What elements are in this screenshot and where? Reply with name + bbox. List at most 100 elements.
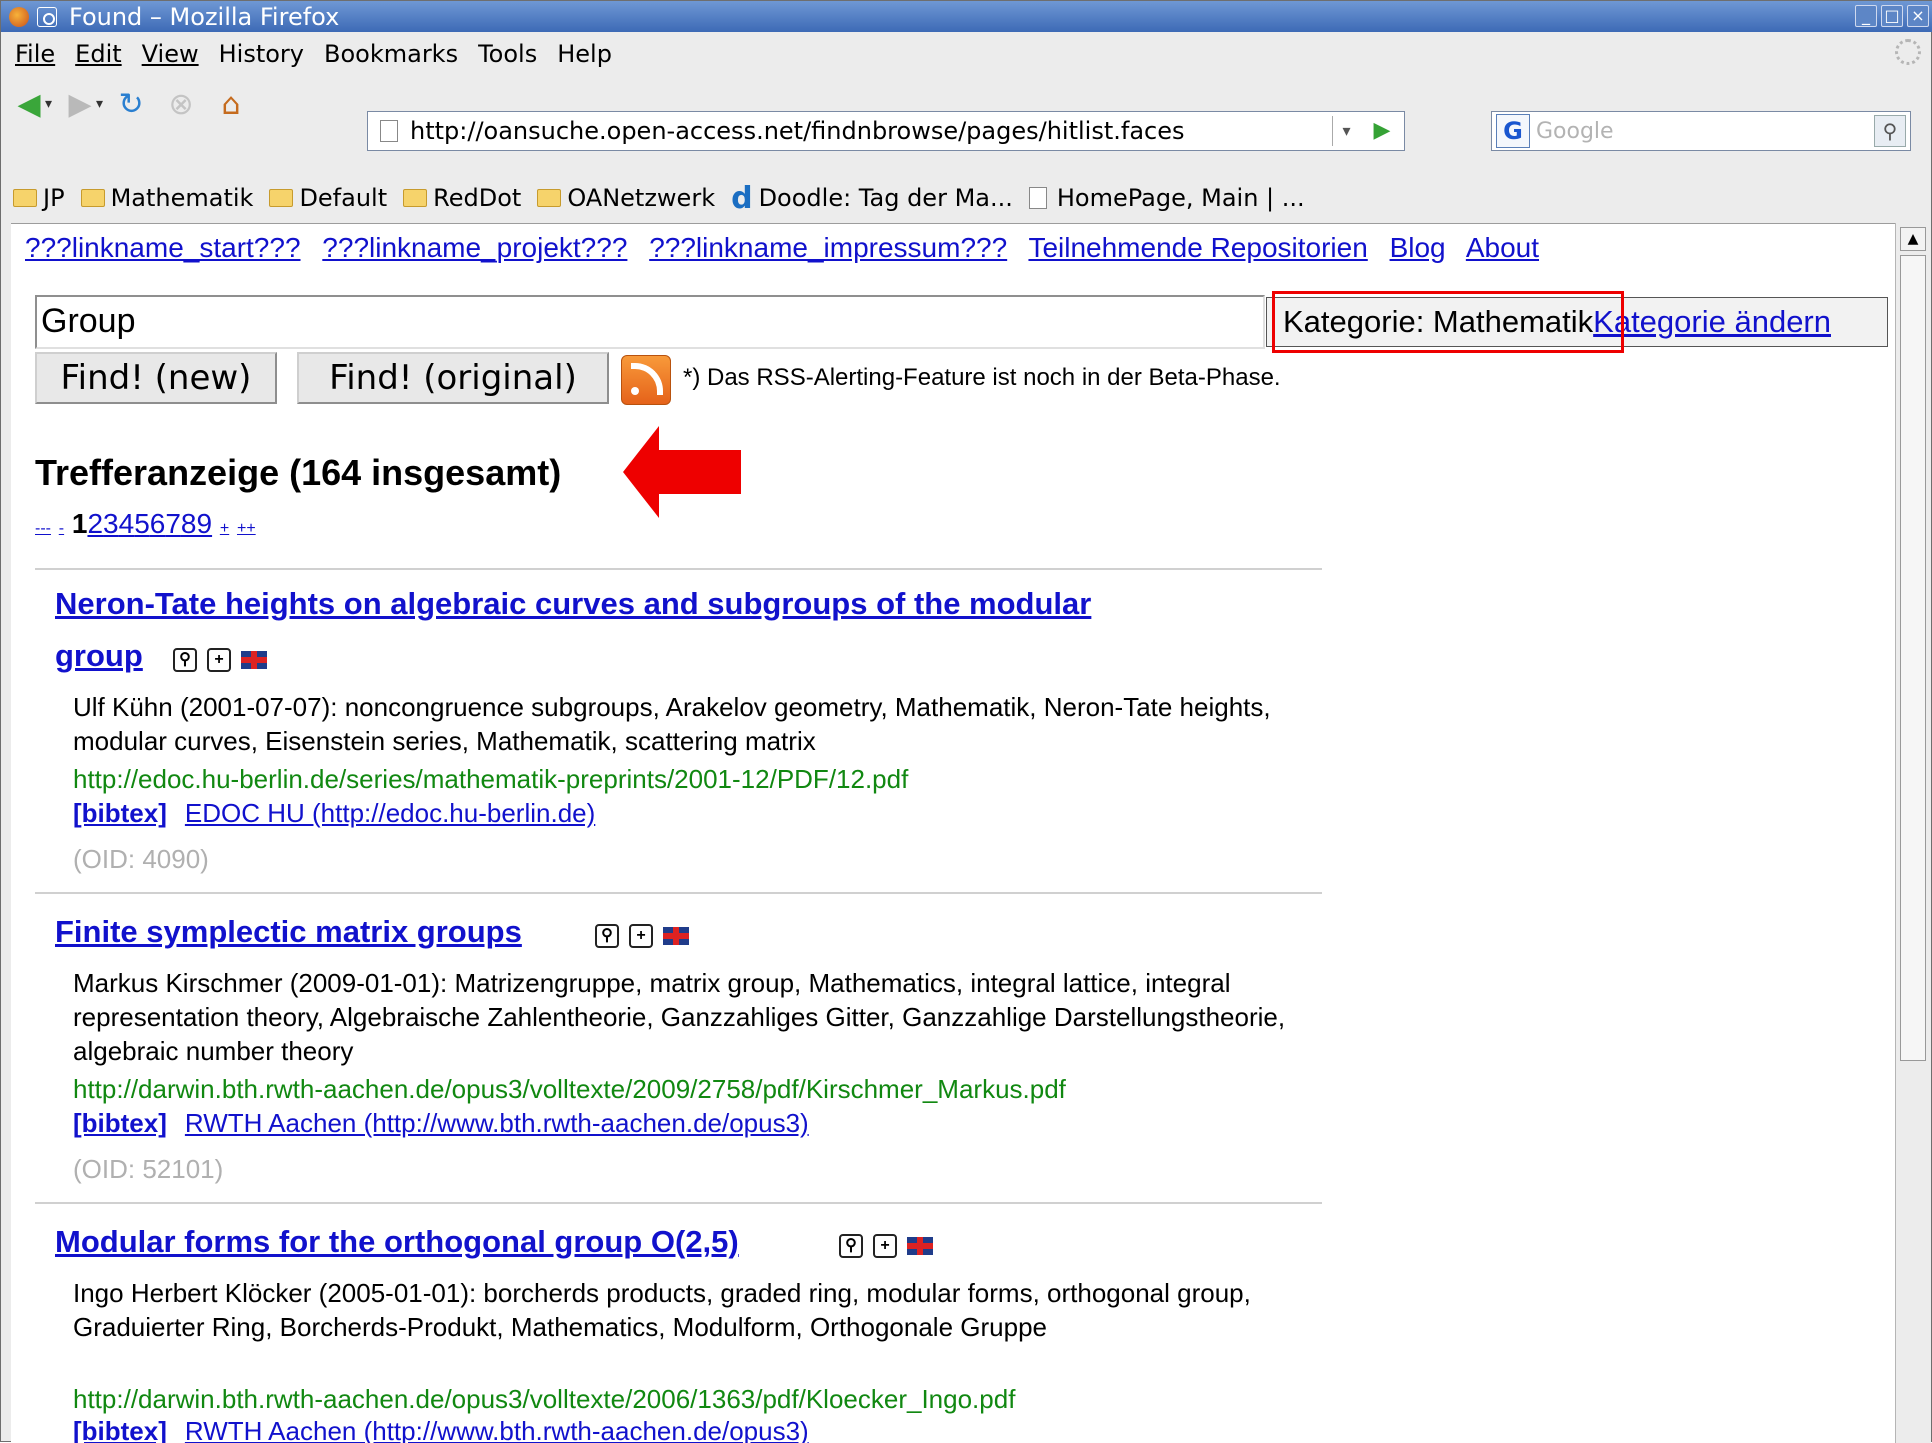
pager-next[interactable]: + [220, 520, 229, 537]
pager-page-current: 1 [71, 508, 88, 539]
browser-window: Found – Mozilla Firefox _ □ × File Edit … [0, 0, 1932, 1443]
pager-first[interactable]: --- [35, 520, 51, 537]
url-bar[interactable]: http://oansuche.open-access.net/findnbro… [367, 111, 1405, 151]
search-icon[interactable]: ⚲ [1874, 115, 1906, 147]
bibtex-link[interactable]: [bibtex] [73, 798, 167, 828]
result-title-2[interactable]: Finite symplectic matrix groups [55, 914, 522, 950]
bookmark-reddot[interactable]: RedDot [403, 184, 521, 212]
change-category-link[interactable]: Kategorie ändern [1593, 304, 1831, 339]
menu-edit[interactable]: Edit [75, 40, 121, 68]
menu-tools[interactable]: Tools [478, 40, 537, 68]
link-impressum[interactable]: ???linkname_impressum??? [649, 232, 1007, 263]
source-link[interactable]: RWTH Aachen (http://www.bth.rwth-aachen.… [185, 1416, 809, 1443]
firefox-icon[interactable] [9, 6, 29, 27]
source-link[interactable]: RWTH Aachen (http://www.bth.rwth-aachen.… [185, 1108, 809, 1138]
stop-icon[interactable]: ⊗ [159, 82, 203, 126]
result-2-bib: [bibtex] RWTH Aachen (http://www.bth.rwth… [73, 1108, 809, 1139]
find-original-button[interactable]: Find! (original) [297, 352, 609, 404]
results-heading: Trefferanzeige (164 insgesamt) [35, 452, 562, 493]
menu-history[interactable]: History [219, 40, 304, 68]
maximize-icon[interactable]: □ [1881, 5, 1903, 27]
menu-help[interactable]: Help [557, 40, 612, 68]
result-1-url[interactable]: http://edoc.hu-berlin.de/series/mathemat… [73, 764, 908, 795]
pager-page[interactable]: 6 [150, 508, 166, 539]
link-start[interactable]: ???linkname_start??? [25, 232, 301, 263]
pager-prev[interactable]: - [59, 520, 64, 537]
menu-view[interactable]: View [142, 40, 199, 68]
doodle-icon: d [731, 180, 753, 216]
home-icon[interactable]: ⌂ [209, 82, 253, 126]
reload-icon[interactable]: ↻ [109, 82, 153, 126]
pager-page[interactable]: 5 [134, 508, 150, 539]
result-divider [35, 568, 1322, 570]
plus-icon[interactable]: + [873, 1234, 897, 1258]
result-1-bib: [bibtex] EDOC HU (http://edoc.hu-berlin.d… [73, 798, 595, 829]
folder-icon [403, 189, 428, 207]
bibtex-link[interactable]: [bibtex] [73, 1108, 167, 1138]
pager-last[interactable]: ++ [237, 520, 256, 537]
rss-icon[interactable] [621, 355, 671, 405]
window-controls: _ □ × [1855, 5, 1929, 27]
menu-file[interactable]: File [15, 40, 55, 68]
result-2-url[interactable]: http://darwin.bth.rwth-aachen.de/opus3/v… [73, 1074, 1066, 1105]
bookmark-mathematik[interactable]: Mathematik [80, 184, 253, 212]
pager-page[interactable]: 8 [181, 508, 197, 539]
scroll-thumb[interactable] [1900, 255, 1926, 1061]
result-title-1-line2[interactable]: group [55, 638, 143, 674]
pager-page[interactable]: 7 [165, 508, 181, 539]
window-menu-icon[interactable] [37, 6, 57, 27]
magnifier-icon[interactable]: ⚲ [595, 924, 619, 948]
bookmark-homepage[interactable]: HomePage, Main | ... [1028, 184, 1305, 212]
pager-page[interactable]: 4 [119, 508, 135, 539]
result-title-1-line1[interactable]: Neron-Tate heights on algebraic curves a… [55, 586, 1091, 622]
top-navigation: ???linkname_start??? ???linkname_projekt… [25, 232, 1553, 264]
close-icon[interactable]: × [1907, 5, 1929, 27]
link-projekt[interactable]: ???linkname_projekt??? [322, 232, 627, 263]
result-3-url[interactable]: http://darwin.bth.rwth-aachen.de/opus3/v… [73, 1384, 1015, 1415]
scroll-up-icon[interactable]: ▲ [1900, 227, 1926, 251]
forward-dropdown-icon[interactable]: ▾ [96, 96, 103, 112]
category-label: Kategorie: Mathematik [1283, 304, 1594, 339]
beta-note: *) Das RSS-Alerting-Feature ist noch in … [683, 364, 1281, 391]
result-3-meta: Ingo Herbert Klöcker (2005-01-01): borch… [73, 1278, 1251, 1342]
menu-bookmarks[interactable]: Bookmarks [324, 40, 458, 68]
page-content: ???linkname_start??? ???linkname_projekt… [11, 223, 1895, 1443]
pager-page[interactable]: 3 [103, 508, 119, 539]
category-box: Kategorie: MathematikKategorie ändern [1266, 297, 1888, 347]
go-icon[interactable]: ▶ [1366, 116, 1398, 146]
url-text[interactable]: http://oansuche.open-access.net/findnbro… [410, 117, 1185, 145]
result-title-3[interactable]: Modular forms for the orthogonal group O… [55, 1224, 739, 1260]
search-query-input[interactable]: Group [35, 295, 1265, 349]
find-new-button[interactable]: Find! (new) [35, 352, 277, 404]
source-link[interactable]: EDOC HU (http://edoc.hu-berlin.de) [185, 798, 595, 828]
result-divider [35, 892, 1322, 894]
bookmark-oanetzwerk[interactable]: OANetzwerk [537, 184, 715, 212]
plus-icon[interactable]: + [629, 924, 653, 948]
link-about[interactable]: About [1466, 232, 1539, 263]
vertical-scrollbar[interactable]: ▲ [1895, 223, 1931, 1443]
result-1-meta: Ulf Kühn (2001-07-07): noncongruence sub… [73, 692, 1271, 756]
minimize-icon[interactable]: _ [1855, 5, 1877, 27]
bookmark-doodle[interactable]: d Doodle: Tag der Ma... [731, 181, 1013, 216]
link-repositorien[interactable]: Teilnehmende Repositorien [1028, 232, 1367, 263]
pager-page[interactable]: 9 [197, 508, 213, 539]
link-blog[interactable]: Blog [1390, 232, 1446, 263]
bookmarks-toolbar: JP Mathematik Default RedDot OANetzwerk … [1, 177, 1932, 219]
title-bar: Found – Mozilla Firefox _ □ × [1, 1, 1932, 32]
bookmark-jp[interactable]: JP [13, 184, 65, 212]
bookmark-default[interactable]: Default [269, 184, 387, 212]
page-icon [1028, 187, 1047, 209]
back-dropdown-icon[interactable]: ▾ [45, 96, 52, 112]
search-bar[interactable]: G Google ⚲ [1491, 111, 1911, 151]
window-title: Found – Mozilla Firefox [69, 2, 340, 31]
pager-page[interactable]: 2 [87, 508, 103, 539]
magnifier-icon[interactable]: ⚲ [839, 1234, 863, 1258]
url-dropdown-icon[interactable]: ▾ [1332, 116, 1360, 146]
result-3-bib: [bibtex] RWTH Aachen (http://www.bth.rwth… [73, 1416, 809, 1443]
bibtex-link[interactable]: [bibtex] [73, 1416, 167, 1443]
magnifier-icon[interactable]: ⚲ [173, 648, 197, 672]
search-input[interactable]: Google [1536, 119, 1614, 144]
plus-icon[interactable]: + [207, 648, 231, 672]
google-engine-icon[interactable]: G [1496, 114, 1530, 148]
result-2-oid: (OID: 52101) [73, 1154, 224, 1184]
